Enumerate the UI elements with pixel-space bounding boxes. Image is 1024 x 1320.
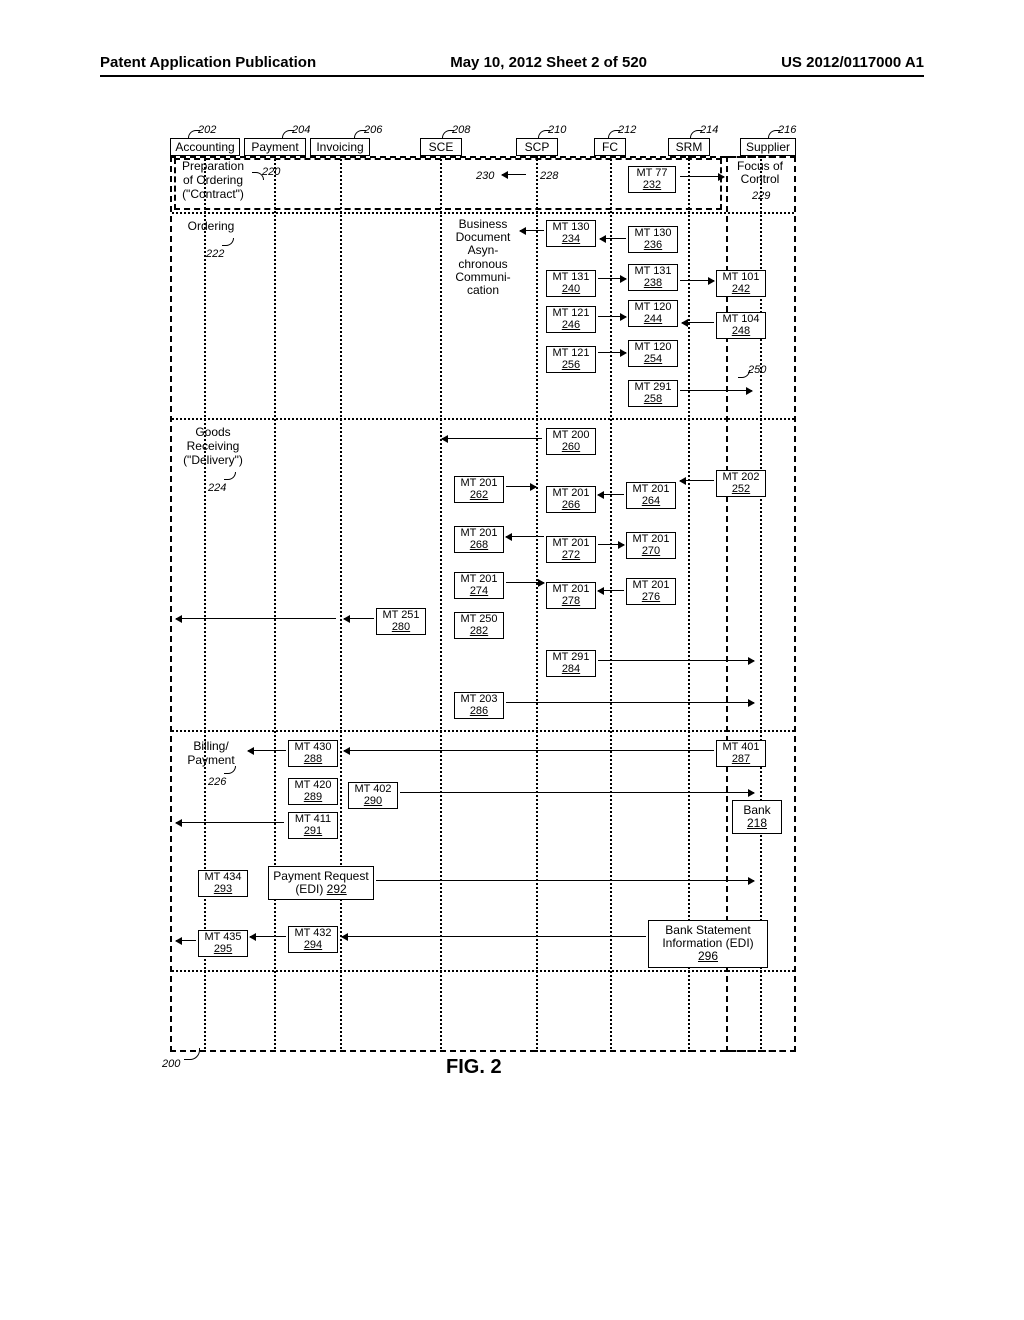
ref-226: 226 bbox=[208, 776, 226, 788]
msg-mt250: MT 250282 bbox=[454, 612, 504, 639]
col-payment: Payment bbox=[244, 138, 306, 156]
msg-mt201c: MT 201264 bbox=[626, 482, 676, 509]
ref-202: 202 bbox=[198, 124, 216, 136]
note-bdac: Business Document Asyn- chronous Communi… bbox=[448, 218, 518, 297]
header-right: US 2012/0117000 A1 bbox=[781, 54, 924, 71]
msg-mt201d: MT 201268 bbox=[454, 526, 504, 553]
ref-250: 250 bbox=[748, 364, 766, 376]
msg-mt200: MT 200260 bbox=[546, 428, 596, 455]
col-sce: SCE bbox=[420, 138, 462, 156]
msg-mt434: MT 434293 bbox=[198, 870, 248, 897]
box-bankstmt: Bank Statement Information (EDI)296 bbox=[648, 920, 768, 968]
msg-mt402: MT 402290 bbox=[348, 782, 398, 809]
ref-216: 216 bbox=[778, 124, 796, 136]
col-supplier: Supplier bbox=[740, 138, 796, 156]
msg-mt77: MT 77232 bbox=[628, 166, 676, 193]
msg-mt420: MT 420289 bbox=[288, 778, 338, 805]
col-srm: SRM bbox=[668, 138, 710, 156]
msg-mt432: MT 432294 bbox=[288, 926, 338, 953]
row-ordering: Ordering bbox=[182, 220, 240, 234]
row-billing: Billing/ Payment bbox=[182, 740, 240, 768]
page-header: Patent Application Publication May 10, 2… bbox=[100, 54, 924, 77]
msg-mt131a: MT 131240 bbox=[546, 270, 596, 297]
msg-mt130b: MT 130236 bbox=[628, 226, 678, 253]
msg-mt435: MT 435295 bbox=[198, 930, 248, 957]
ref-208: 208 bbox=[452, 124, 470, 136]
ref-220: 220 bbox=[262, 166, 280, 178]
col-invoicing: Invoicing bbox=[310, 138, 370, 156]
msg-mt201i: MT 201276 bbox=[626, 578, 676, 605]
msg-mt201b: MT 201266 bbox=[546, 486, 596, 513]
ref-228: 228 bbox=[540, 170, 558, 182]
header-left: Patent Application Publication bbox=[100, 54, 316, 71]
msg-mt120b: MT 120254 bbox=[628, 340, 678, 367]
msg-mt130a: MT 130234 bbox=[546, 220, 596, 247]
msg-mt101: MT 101242 bbox=[716, 270, 766, 297]
row-delivery: Goods Receiving ("Delivery") bbox=[178, 426, 248, 467]
ref-200: 200 bbox=[162, 1058, 180, 1070]
msg-mt201h: MT 201278 bbox=[546, 582, 596, 609]
ref-230: 230 bbox=[476, 170, 494, 182]
ref-224: 224 bbox=[208, 482, 226, 494]
ref-212: 212 bbox=[618, 124, 636, 136]
msg-mt251: MT 251280 bbox=[376, 608, 426, 635]
ref-229: 229 bbox=[752, 190, 770, 202]
msg-mt104: MT 104248 bbox=[716, 312, 766, 339]
msg-mt121b: MT 121256 bbox=[546, 346, 596, 373]
focus-of-control: Focus of Control bbox=[730, 160, 790, 186]
ref-222: 222 bbox=[206, 248, 224, 260]
msg-mt201a: MT 201262 bbox=[454, 476, 504, 503]
row-contract: Preparation of Ordering ("Contract") bbox=[176, 160, 250, 201]
msg-mt201e: MT 201272 bbox=[546, 536, 596, 563]
col-accounting: Accounting bbox=[170, 138, 240, 156]
msg-mt120a: MT 120244 bbox=[628, 300, 678, 327]
msg-mt202: MT 202252 bbox=[716, 470, 766, 497]
ref-214: 214 bbox=[700, 124, 718, 136]
ref-210: 210 bbox=[548, 124, 566, 136]
col-scp: SCP bbox=[516, 138, 558, 156]
msg-mt201g: MT 201274 bbox=[454, 572, 504, 599]
msg-mt430: MT 430288 bbox=[288, 740, 338, 767]
box-bank: Bank218 bbox=[732, 800, 782, 834]
msg-mt201f: MT 201270 bbox=[626, 532, 676, 559]
msg-mt411: MT 411291 bbox=[288, 812, 338, 839]
msg-mt401: MT 401287 bbox=[716, 740, 766, 767]
box-payreq: Payment Request (EDI) 292 bbox=[268, 866, 374, 900]
msg-mt131b: MT 131238 bbox=[628, 264, 678, 291]
msg-mt203: MT 203286 bbox=[454, 692, 504, 719]
header-center: May 10, 2012 Sheet 2 of 520 bbox=[450, 54, 647, 71]
msg-mt121a: MT 121246 bbox=[546, 306, 596, 333]
figure-label: FIG. 2 bbox=[446, 1056, 502, 1079]
ref-204: 204 bbox=[292, 124, 310, 136]
msg-mt291a: MT 291258 bbox=[628, 380, 678, 407]
col-fc: FC bbox=[594, 138, 626, 156]
diagram: 202 Accounting 204 Payment 206 Invoicing… bbox=[170, 130, 860, 1070]
msg-mt291b: MT 291284 bbox=[546, 650, 596, 677]
ref-206: 206 bbox=[364, 124, 382, 136]
